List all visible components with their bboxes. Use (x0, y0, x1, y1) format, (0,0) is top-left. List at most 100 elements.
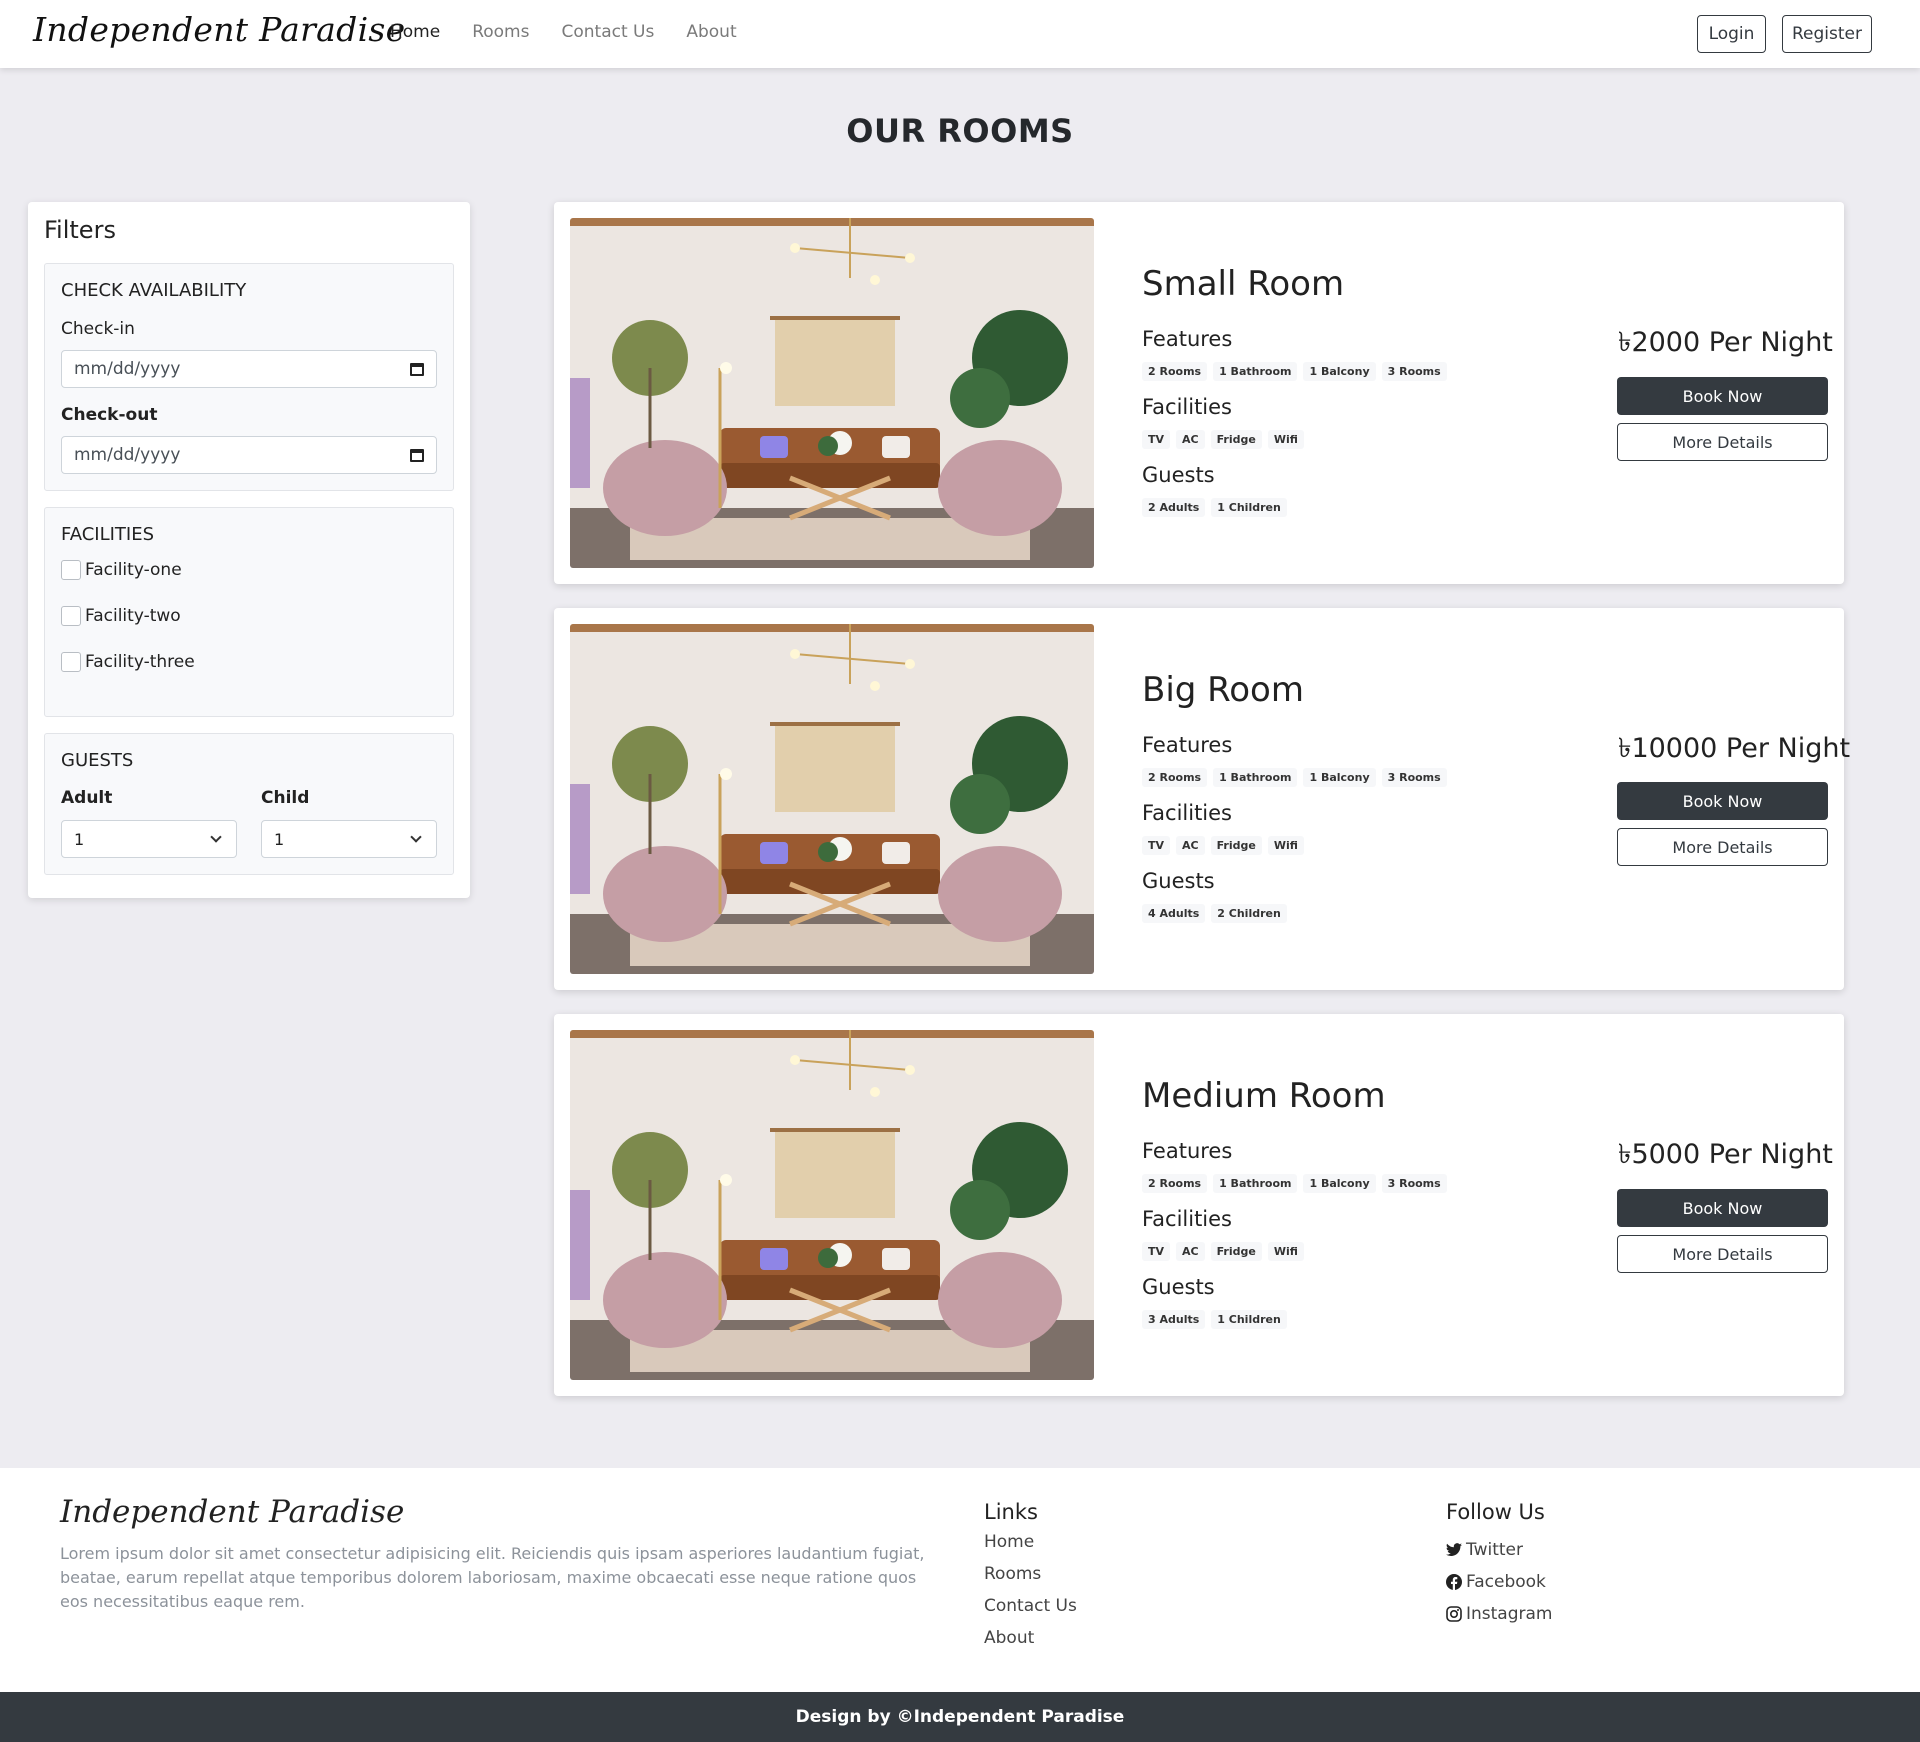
nav-link-contact[interactable]: Contact Us (561, 22, 654, 42)
guest-badge: 4 Adults (1142, 904, 1206, 923)
guests-box: GUESTS Adult Child 1 1 (44, 733, 454, 875)
instagram-label: Instagram (1466, 1604, 1553, 1624)
facility-badge: AC (1176, 836, 1205, 855)
chevron-down-icon (410, 831, 422, 843)
calendar-icon[interactable] (410, 448, 424, 462)
guests-title: Guests (1142, 463, 1215, 487)
guest-badge: 2 Adults (1142, 498, 1206, 517)
feature-badge: 1 Balcony (1303, 768, 1376, 787)
availability-box: CHECK AVAILABILITY Check-in mm/dd/yyyy C… (44, 263, 454, 491)
page-title: OUR ROOMS (846, 112, 1074, 150)
footer-links-heading: Links (984, 1500, 1038, 1524)
room-card: Medium Room Features 2 Rooms 1 Bathroom … (554, 1014, 1844, 1396)
instagram-link[interactable]: Instagram (1446, 1604, 1553, 1624)
feature-badge: 2 Rooms (1142, 768, 1208, 787)
filters-title: Filters (44, 216, 116, 244)
facility-three-label: Facility-three (85, 652, 195, 672)
footer-link-contact[interactable]: Contact Us (984, 1596, 1077, 1616)
child-label: Child (261, 788, 310, 808)
room-card: Small Room Features 2 Rooms 1 Bathroom 1… (554, 202, 1844, 584)
facility-badge: AC (1176, 1242, 1205, 1261)
room-price: ৳10000 Per Night (1618, 733, 1851, 764)
footer-link-about[interactable]: About (984, 1628, 1034, 1648)
guest-badge: 2 Children (1211, 904, 1287, 923)
room-image (570, 1030, 1094, 1380)
availability-heading: CHECK AVAILABILITY (61, 280, 247, 301)
guests-heading: GUESTS (61, 750, 134, 771)
guests-title: Guests (1142, 869, 1215, 893)
adult-label: Adult (61, 788, 113, 808)
facilities-title: Facilities (1142, 1207, 1232, 1231)
room-image (570, 624, 1094, 974)
adult-select[interactable]: 1 (61, 820, 237, 858)
facility-badge: Wifi (1267, 1242, 1304, 1261)
facility-badge: Wifi (1267, 836, 1304, 855)
room-name: Medium Room (1142, 1076, 1386, 1116)
footer-brand: Independent Paradise (60, 1494, 405, 1530)
twitter-icon (1446, 1543, 1462, 1557)
nav-links: Home Rooms Contact Us About (390, 22, 737, 42)
feature-badge: 1 Bathroom (1213, 768, 1298, 787)
facebook-label: Facebook (1466, 1572, 1546, 1592)
more-details-button[interactable]: More Details (1617, 1235, 1828, 1273)
filters-panel: Filters CHECK AVAILABILITY Check-in mm/d… (28, 202, 470, 898)
brand-logo[interactable]: Independent Paradise (33, 10, 406, 49)
child-select[interactable]: 1 (261, 820, 437, 858)
feature-badge: 3 Rooms (1381, 362, 1447, 381)
book-now-button[interactable]: Book Now (1617, 1189, 1828, 1227)
feature-badge: 2 Rooms (1142, 362, 1208, 381)
chevron-down-icon (210, 831, 222, 843)
facility-badge: TV (1142, 1242, 1171, 1261)
checkout-label: Check-out (61, 405, 158, 425)
footer-link-rooms[interactable]: Rooms (984, 1564, 1041, 1584)
guest-badge: 3 Adults (1142, 1310, 1206, 1329)
guest-badge: 1 Children (1211, 498, 1287, 517)
facilities-badges: TV AC Fridge Wifi (1142, 1242, 1304, 1261)
feature-badge: 1 Balcony (1303, 1174, 1376, 1193)
more-details-button[interactable]: More Details (1617, 423, 1828, 461)
child-select-value: 1 (274, 829, 285, 849)
room-card: Big Room Features 2 Rooms 1 Bathroom 1 B… (554, 608, 1851, 990)
footer-follow-heading: Follow Us (1446, 1500, 1545, 1524)
facility-badge: TV (1142, 430, 1171, 449)
feature-badge: 3 Rooms (1381, 768, 1447, 787)
instagram-icon (1446, 1606, 1462, 1622)
calendar-icon[interactable] (410, 362, 424, 376)
facility-two-option[interactable]: Facility-two (61, 606, 181, 626)
room-name: Big Room (1142, 670, 1304, 710)
book-now-button[interactable]: Book Now (1617, 377, 1828, 415)
facility-three-checkbox[interactable] (61, 652, 81, 672)
book-now-button[interactable]: Book Now (1617, 782, 1828, 820)
facebook-link[interactable]: Facebook (1446, 1572, 1546, 1592)
twitter-label: Twitter (1466, 1540, 1523, 1560)
copyright-bar: Design by ©Independent Paradise (0, 1692, 1920, 1742)
facilities-badges: TV AC Fridge Wifi (1142, 836, 1304, 855)
guests-badges: 4 Adults 2 Children (1142, 904, 1287, 923)
nav-link-home[interactable]: Home (390, 22, 440, 42)
facility-badge: AC (1176, 430, 1205, 449)
checkout-input[interactable]: mm/dd/yyyy (61, 436, 437, 474)
facility-three-option[interactable]: Facility-three (61, 652, 195, 672)
adult-select-value: 1 (74, 829, 85, 849)
nav-link-about[interactable]: About (686, 22, 736, 42)
facility-badge: Wifi (1267, 430, 1304, 449)
footer-link-home[interactable]: Home (984, 1532, 1034, 1552)
more-details-button[interactable]: More Details (1617, 828, 1828, 866)
features-title: Features (1142, 327, 1233, 351)
footer-description: Lorem ipsum dolor sit amet consectetur a… (60, 1544, 925, 1611)
nav-link-rooms[interactable]: Rooms (472, 22, 529, 42)
login-button[interactable]: Login (1697, 15, 1766, 53)
facilities-box: FACILITIES Facility-one Facility-two Fac… (44, 507, 454, 717)
room-price: ৳2000 Per Night (1618, 327, 1833, 358)
facility-badge: Fridge (1210, 1242, 1262, 1261)
register-button[interactable]: Register (1782, 15, 1872, 53)
facility-one-option[interactable]: Facility-one (61, 560, 182, 580)
facility-one-checkbox[interactable] (61, 560, 81, 580)
facilities-badges: TV AC Fridge Wifi (1142, 430, 1304, 449)
facility-two-checkbox[interactable] (61, 606, 81, 626)
feature-badge: 1 Bathroom (1213, 362, 1298, 381)
checkin-input[interactable]: mm/dd/yyyy (61, 350, 437, 388)
twitter-link[interactable]: Twitter (1446, 1540, 1523, 1560)
facility-badge: TV (1142, 836, 1171, 855)
checkin-value: mm/dd/yyyy (74, 359, 181, 379)
